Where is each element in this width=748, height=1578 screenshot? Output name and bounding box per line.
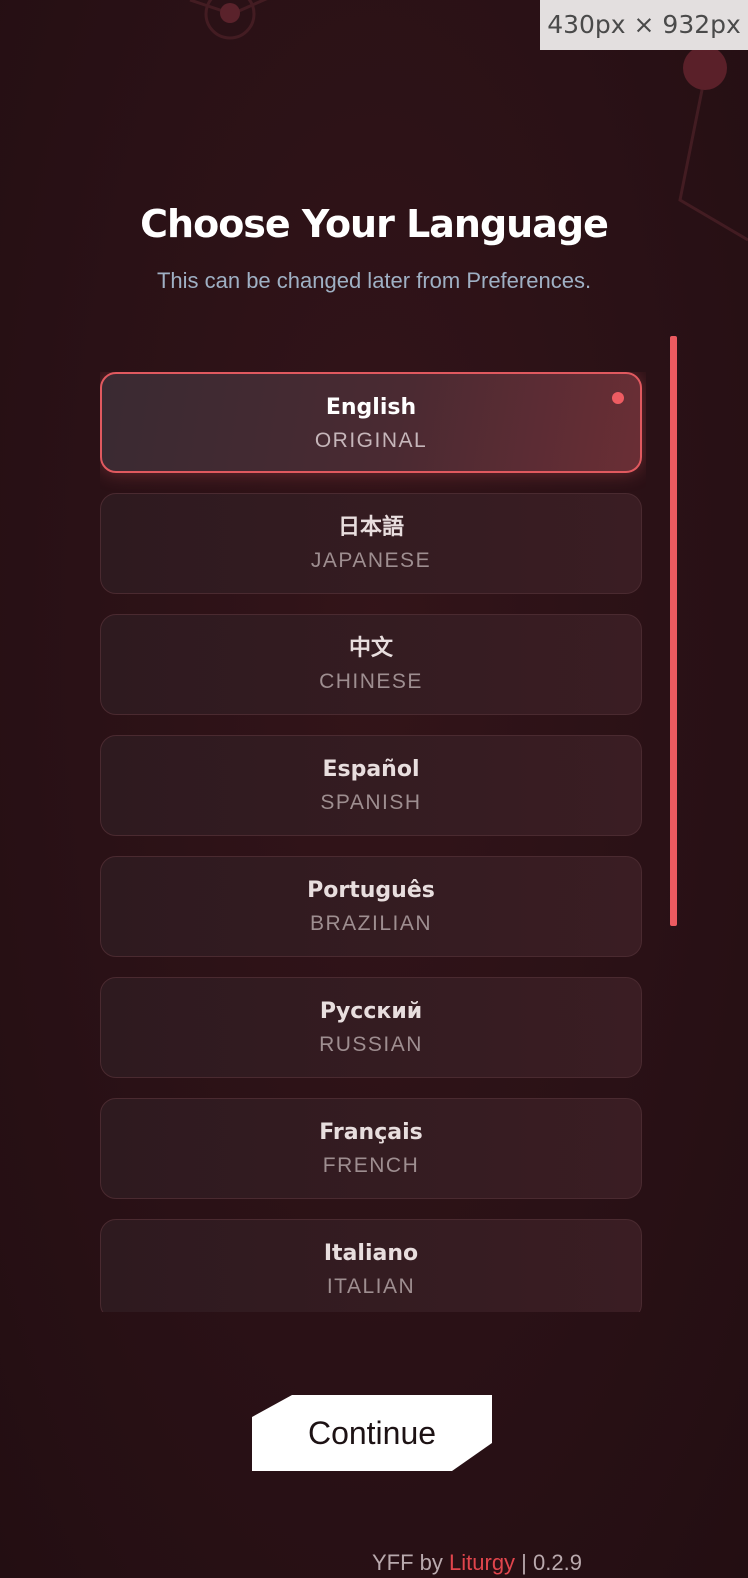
language-option[interactable]: Русский RUSSIAN: [100, 977, 642, 1078]
language-english-name: SPANISH: [320, 791, 422, 814]
footer-version: | 0.2.9: [515, 1550, 582, 1575]
language-native-name: Português: [307, 878, 435, 903]
language-native-name: Русский: [319, 999, 423, 1024]
language-option[interactable]: Español SPANISH: [100, 735, 642, 836]
language-selection-screen: 430px × 932px Choose Your Language This …: [0, 0, 748, 1578]
language-option[interactable]: 日本語 JAPANESE: [100, 493, 642, 594]
language-list-scrollbar[interactable]: [670, 336, 677, 926]
language-english-name: BRAZILIAN: [309, 912, 433, 935]
language-option[interactable]: Français FRENCH: [100, 1098, 642, 1199]
language-english-name: FRENCH: [322, 1154, 420, 1177]
language-native-name: Italiano: [323, 1241, 419, 1266]
language-english-name: JAPANESE: [310, 549, 432, 572]
continue-button[interactable]: Continue: [252, 1395, 492, 1471]
language-native-name: 中文: [348, 636, 393, 661]
footer-brand-link[interactable]: Liturgy: [449, 1550, 515, 1575]
language-option[interactable]: English ORIGINAL: [100, 372, 642, 473]
footer-app-name: YFF by: [372, 1550, 450, 1575]
language-option[interactable]: 中文 CHINESE: [100, 614, 642, 715]
footer-credits: YFF by Liturgy | 0.2.9: [372, 1550, 582, 1576]
viewport-size-badge: 430px × 932px: [540, 0, 748, 50]
language-english-name: ORIGINAL: [314, 429, 428, 452]
selected-indicator-dot: [612, 392, 624, 404]
language-list[interactable]: English ORIGINAL 日本語 JAPANESE 中文 CHINESE Españ…: [100, 372, 646, 1312]
page-title: Choose Your Language: [140, 202, 609, 246]
language-english-name: ITALIAN: [326, 1275, 416, 1298]
language-native-name: Español: [322, 757, 420, 782]
language-native-name: English: [325, 395, 417, 420]
language-option[interactable]: Italiano ITALIAN: [100, 1219, 642, 1312]
language-native-name: 日本語: [337, 515, 404, 540]
language-english-name: RUSSIAN: [319, 1033, 423, 1056]
language-option[interactable]: Português BRAZILIAN: [100, 856, 642, 957]
language-native-name: Français: [319, 1120, 423, 1145]
page-subtitle: This can be changed later from Preferenc…: [156, 268, 592, 293]
language-english-name: CHINESE: [319, 670, 423, 693]
